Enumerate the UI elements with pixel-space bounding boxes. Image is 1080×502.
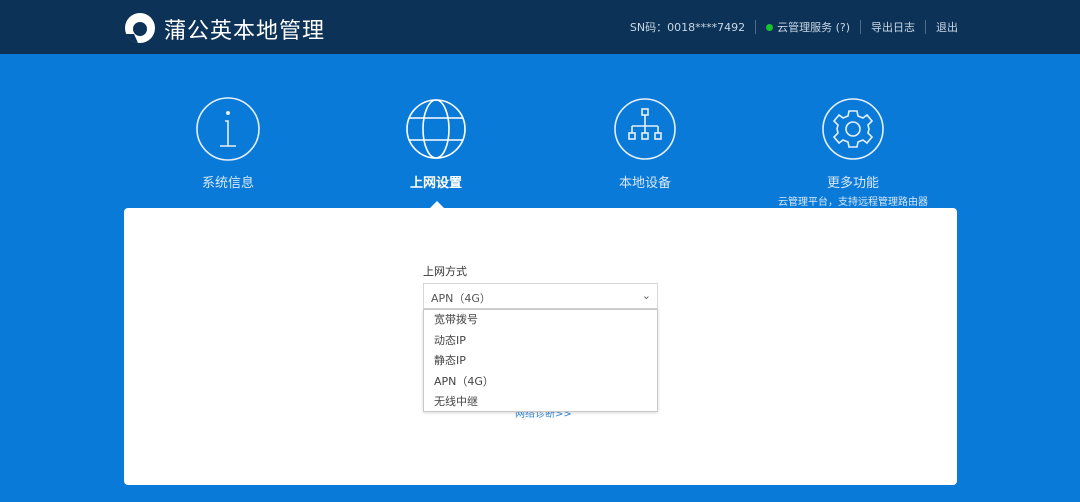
logout-link[interactable]: 退出 xyxy=(936,19,958,35)
selected-value: APN（4G） xyxy=(431,292,491,305)
app-title: 蒲公英本地管理 xyxy=(164,19,326,44)
nav-system-info[interactable]: 系统信息 xyxy=(148,96,308,191)
nav-internet-settings[interactable]: 上网设置 xyxy=(356,96,516,191)
logo-icon xyxy=(125,13,155,43)
nav-label: 系统信息 xyxy=(201,176,254,191)
nav-local-devices[interactable]: 本地设备 xyxy=(565,96,725,191)
nav-label: 上网设置 xyxy=(409,176,462,191)
nav-label: 更多功能 xyxy=(826,176,879,191)
gear-icon xyxy=(822,98,884,160)
option-apn[interactable]: APN（4G） xyxy=(424,372,657,393)
nav-label: 本地设备 xyxy=(618,176,671,191)
divider xyxy=(755,20,757,34)
dropdown-menu: 宽带拨号 动态IP 静态IP APN（4G） 无线中继 xyxy=(423,309,658,412)
status-dot-icon xyxy=(766,23,774,31)
divider xyxy=(860,20,861,34)
option-dhcp[interactable]: 动态IP xyxy=(424,331,657,352)
globe-icon xyxy=(406,99,466,159)
divider xyxy=(925,20,926,34)
top-header: 蒲公英本地管理 SN码：0018****7492 云管理服务 (?) 导出日志 … xyxy=(0,0,1080,54)
nav-more-features[interactable]: 更多功能 云管理平台，支持远程管理路由器 xyxy=(773,96,933,208)
option-static-ip[interactable]: 静态IP xyxy=(424,351,657,372)
option-wireless-repeater[interactable]: 无线中继 xyxy=(424,392,657,413)
export-log-link[interactable]: 导出日志 xyxy=(871,19,915,35)
info-icon xyxy=(196,97,260,161)
connection-type-select[interactable]: APN（4G） ⌄ xyxy=(423,283,658,309)
option-pppoe[interactable]: 宽带拨号 xyxy=(424,310,657,331)
serial-number: SN码：0018****7492 xyxy=(629,21,746,34)
chevron-down-icon: ⌄ xyxy=(641,289,651,302)
network-tree-icon xyxy=(614,98,676,160)
nav-sublabel: 云管理平台，支持远程管理路由器 xyxy=(778,197,928,208)
cloud-service-link[interactable]: 云管理服务 (?) xyxy=(777,19,850,35)
connection-type-label: 上网方式 xyxy=(423,265,467,278)
